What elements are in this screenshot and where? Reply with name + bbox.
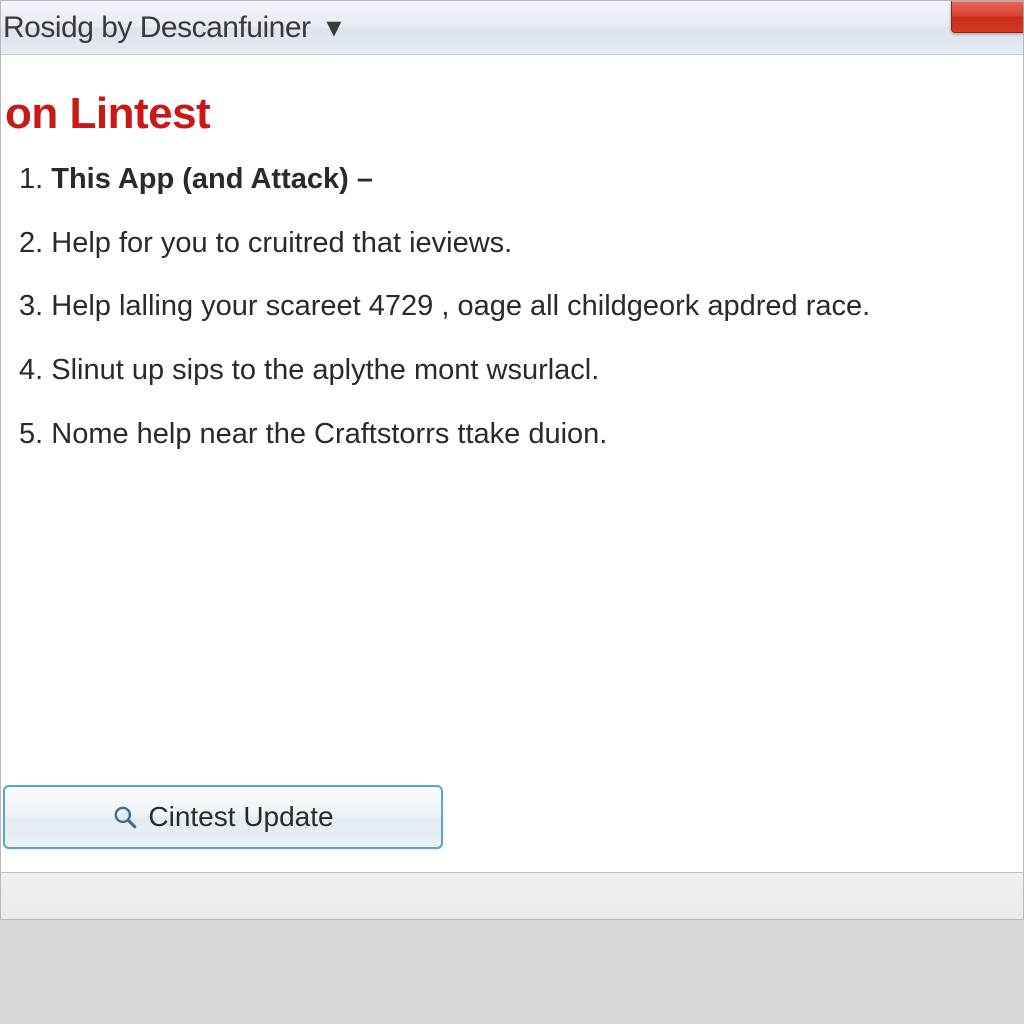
page-heading: on Lintest: [1, 89, 1023, 139]
list-item: 4. Slinut up sips to the aplythe mont ws…: [19, 352, 1023, 390]
magnifier-icon: [112, 804, 138, 830]
button-label: Cintest Update: [148, 801, 333, 833]
list-item: 3. Help lalling your scareet 4729 , oage…: [19, 288, 1023, 326]
instruction-list: 1. This App (and Attack) – 2. Help for y…: [1, 161, 1023, 453]
list-item-text: Slinut up sips to the aplythe mont wsurl…: [51, 354, 599, 386]
list-item-text: Help for you to cruitred that ieviews.: [51, 227, 512, 259]
dialog-window: Rosidg by Descanfuiner ▾ on Lintest 1. T…: [0, 0, 1024, 920]
content-area: on Lintest 1. This App (and Attack) – 2.…: [1, 55, 1023, 919]
dropdown-arrow-icon[interactable]: ▾: [326, 10, 341, 45]
list-item-text: Help lalling your scareet 4729 , oage al…: [51, 290, 870, 322]
list-item: 2. Help for you to cruitred that ieviews…: [19, 225, 1023, 263]
close-button[interactable]: [951, 1, 1023, 33]
list-item-text: This App (and Attack) –: [51, 163, 373, 195]
list-item: 1. This App (and Attack) –: [19, 161, 1023, 199]
titlebar[interactable]: Rosidg by Descanfuiner ▾: [1, 1, 1023, 55]
window-title: Rosidg by Descanfuiner ▾: [3, 10, 341, 45]
footer-strip: [1, 873, 1023, 919]
list-item-text: Nome help near the Craftstorrs ttake dui…: [51, 418, 607, 450]
cintest-update-button[interactable]: Cintest Update: [3, 785, 443, 849]
list-item: 5. Nome help near the Craftstorrs ttake …: [19, 416, 1023, 454]
button-row: Cintest Update: [1, 785, 443, 849]
